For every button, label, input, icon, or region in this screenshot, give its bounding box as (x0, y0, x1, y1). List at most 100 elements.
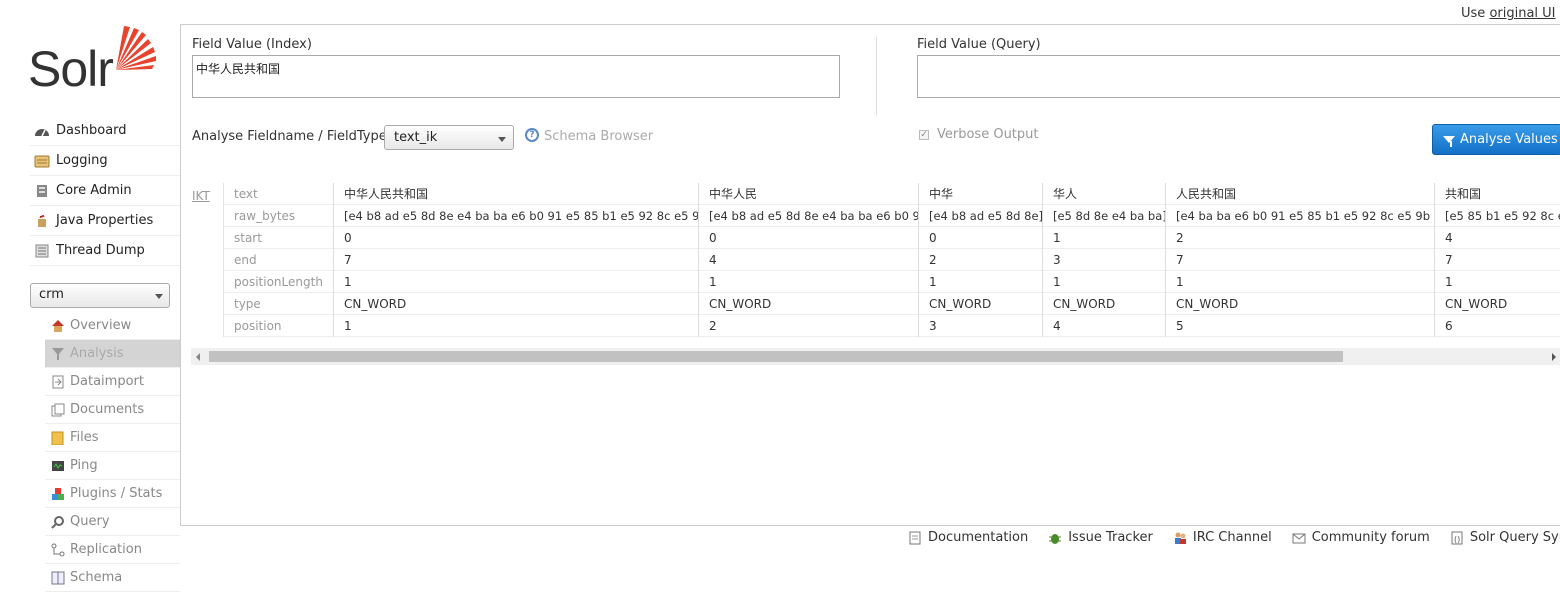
token-raw-bytes: [e4 ba ba e6 b0 91 e5 85 b1 e5 92 8c e5 … (1166, 205, 1434, 227)
analysis-result-table: IKT text raw_bytes start end positionLen… (191, 183, 1560, 343)
token-text: 共和国 (1435, 183, 1560, 205)
token-type: CN_WORD (334, 293, 698, 315)
core-menu-dataimport-label: Dataimport (70, 374, 144, 389)
filter-icon (51, 347, 65, 361)
token-position-length: 1 (1435, 271, 1560, 293)
main-nav: Dashboard Logging Core Admin Java Proper… (30, 116, 180, 266)
solr-logo[interactable]: Solr (28, 24, 168, 97)
plugins-icon (51, 487, 65, 501)
core-selector[interactable]: crm (30, 283, 170, 308)
footer-links: Documentation Issue Tracker IRC Channel … (908, 530, 1560, 545)
footer-documentation[interactable]: Documentation (908, 530, 1028, 545)
core-menu-analysis[interactable]: Analysis (45, 340, 180, 368)
scroll-left-icon[interactable] (196, 353, 200, 361)
core-menu-files-label: Files (70, 430, 99, 445)
scroll-right-icon[interactable] (1552, 353, 1556, 361)
nav-dashboard-label: Dashboard (56, 123, 127, 138)
query-value-textarea[interactable] (917, 55, 1560, 98)
analyse-values-label: Analyse Values (1460, 132, 1558, 147)
token-position-length: 1 (699, 271, 918, 293)
core-menu-files[interactable]: Files (45, 424, 180, 452)
attr-name: text (224, 183, 333, 205)
chevron-down-icon (498, 137, 506, 142)
nav-thread-dump[interactable]: Thread Dump (30, 236, 180, 266)
core-selector-value: crm (39, 287, 64, 302)
token-column: 中华 [e4 b8 ad e5 8d 8e] 0 2 1 CN_WORD 3 (918, 183, 1042, 337)
token-position-length: 1 (334, 271, 698, 293)
token-position: 6 (1435, 315, 1560, 337)
token-start: 4 (1435, 227, 1560, 249)
query-icon (51, 515, 65, 529)
token-start: 0 (334, 227, 698, 249)
token-text: 中华 (919, 183, 1042, 205)
footer-irc-channel-label: IRC Channel (1192, 530, 1272, 545)
token-raw-bytes: [e4 b8 ad e5 8d 8e e4 ba ba e6 b0 91] (699, 205, 918, 227)
analyse-values-button[interactable]: Analyse Values (1432, 124, 1560, 155)
help-icon[interactable]: ? (525, 128, 539, 142)
core-menu-query[interactable]: Query (45, 508, 180, 536)
core-menu-documents[interactable]: Documents (45, 396, 180, 424)
footer-issue-tracker[interactable]: Issue Tracker (1048, 530, 1153, 545)
token-position-length: 1 (919, 271, 1042, 293)
logging-icon (34, 154, 50, 168)
token-position: 2 (699, 315, 918, 337)
replication-icon (51, 543, 65, 557)
core-menu-documents-label: Documents (70, 402, 145, 417)
footer-community-forum-label: Community forum (1311, 530, 1430, 545)
tokenizer-stage-label[interactable]: IKT (192, 189, 210, 203)
nav-dashboard[interactable]: Dashboard (30, 116, 180, 146)
fieldtype-select[interactable]: text_ik (384, 125, 514, 150)
scrollbar-thumb[interactable] (209, 351, 1343, 362)
attr-name: end (224, 249, 333, 271)
footer-community-forum[interactable]: Community forum (1292, 530, 1430, 545)
dashboard-icon (34, 124, 50, 138)
footer-irc-channel[interactable]: IRC Channel (1173, 530, 1272, 545)
core-menu-ping-label: Ping (70, 458, 98, 473)
nav-java-properties[interactable]: Java Properties (30, 206, 180, 236)
core-menu-replication[interactable]: Replication (45, 536, 180, 564)
folder-icon (51, 431, 65, 445)
dataimport-icon (51, 375, 65, 389)
token-position-length: 1 (1043, 271, 1165, 293)
core-admin-icon (34, 184, 50, 198)
schema-browser-link[interactable]: Schema Browser (544, 129, 653, 144)
horizontal-scrollbar[interactable] (191, 348, 1560, 365)
token-position-length: 1 (1166, 271, 1434, 293)
core-menu-plugins-stats[interactable]: Plugins / Stats (45, 480, 180, 508)
footer-documentation-label: Documentation (928, 530, 1029, 545)
fieldtype-select-value: text_ik (394, 130, 438, 145)
token-end: 2 (919, 249, 1042, 271)
attr-name: position (224, 315, 333, 337)
token-end: 3 (1043, 249, 1165, 271)
footer-issue-tracker-label: Issue Tracker (1068, 530, 1153, 545)
filter-icon (1443, 136, 1455, 143)
core-menu-dataimport[interactable]: Dataimport (45, 368, 180, 396)
verbose-output-label: Verbose Output (937, 127, 1039, 142)
token-position: 4 (1043, 315, 1165, 337)
token-column: 中华人民共和国 [e4 b8 ad e5 8d 8e e4 ba ba e6 b… (333, 183, 698, 337)
home-icon (51, 319, 65, 333)
token-raw-bytes: [e5 85 b1 e5 92 8c e5 (1435, 205, 1560, 227)
nav-core-admin[interactable]: Core Admin (30, 176, 180, 206)
token-text: 人民共和国 (1166, 183, 1434, 205)
index-value-label: Field Value (Index) (192, 37, 312, 52)
footer-solr-query-syntax[interactable]: () Solr Query Syntax (1450, 530, 1560, 545)
verbose-output-checkbox[interactable]: ✓ (919, 130, 929, 140)
attr-name: positionLength (224, 271, 333, 293)
original-ui-link[interactable]: original UI (1489, 6, 1555, 21)
core-menu-plugins-stats-label: Plugins / Stats (70, 486, 163, 501)
core-menu-ping[interactable]: Ping (45, 452, 180, 480)
documents-icon (51, 403, 65, 417)
token-raw-bytes: [e5 8d 8e e4 ba ba] (1043, 205, 1165, 227)
attr-name: start (224, 227, 333, 249)
nav-logging[interactable]: Logging (30, 146, 180, 176)
attribute-names: text raw_bytes start end positionLength … (223, 183, 333, 337)
token-end: 7 (1435, 249, 1560, 271)
core-menu-overview[interactable]: Overview (45, 312, 180, 340)
token-type: CN_WORD (1166, 293, 1434, 315)
index-value-textarea[interactable]: 中华人民共和国 (192, 55, 840, 98)
mail-icon (1292, 531, 1306, 545)
core-menu-schema[interactable]: Schema (45, 564, 180, 592)
token-text: 中华人民 (699, 183, 918, 205)
use-original-ui: Use original UI (1461, 6, 1560, 21)
